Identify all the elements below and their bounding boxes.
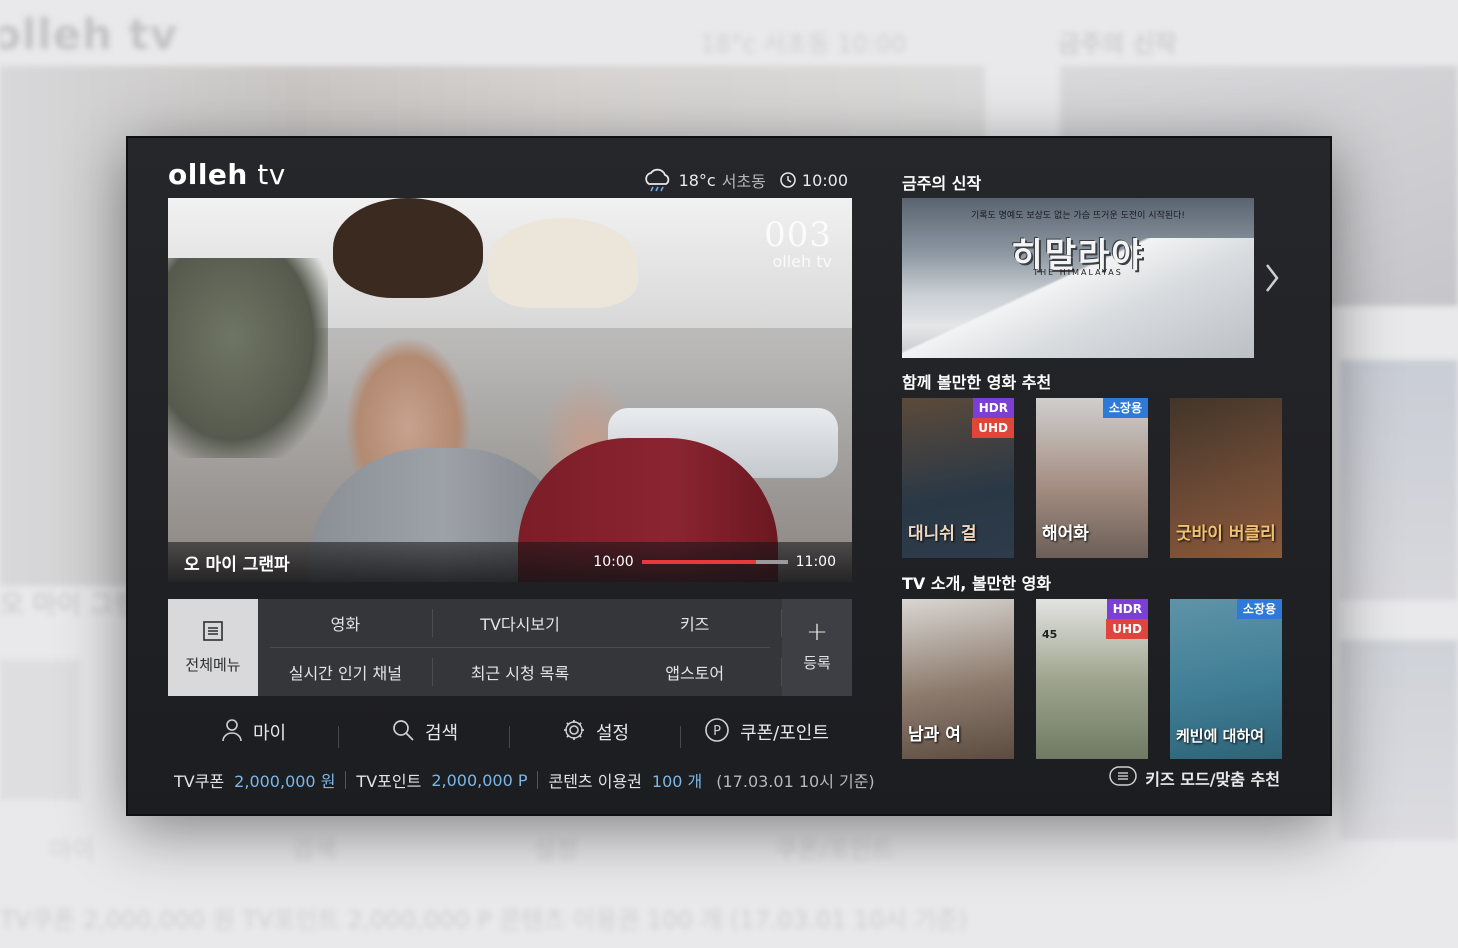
nav-coupon-label: 쿠폰/포인트 [740, 723, 829, 744]
search-icon [391, 718, 415, 747]
program-title: 오 마이 그랜파 [184, 554, 290, 575]
bottom-nav: 마이 검색 설정 P 쿠폰/포인트 [168, 712, 852, 752]
poster-45-years[interactable]: HDR UHD 45 [1036, 599, 1148, 759]
channel-indicator: 003 olleh tv [764, 218, 832, 271]
gear-icon [562, 718, 586, 747]
rain-cloud-icon [641, 168, 673, 192]
voucher-label: 콘텐츠 이용권 [548, 772, 642, 791]
status-bar: 18°c 서초동 10:00 [641, 168, 848, 192]
point-label: TV포인트 [356, 772, 422, 791]
background-new-title: 금주의 신작 [1058, 30, 1177, 58]
live-video-preview[interactable]: 003 olleh tv 오 마이 그랜파 10:00 11:00 [168, 198, 852, 582]
featured-tagline: 기록도 명예도 보상도 없는 가슴 뜨거운 도전이 시작된다! [970, 211, 1186, 221]
hdr-badge: HDR [972, 398, 1014, 418]
program-progress-bar [641, 560, 788, 564]
nav-coupon-point[interactable]: P 쿠폰/포인트 [681, 717, 852, 748]
uhd-badge: UHD [1106, 619, 1148, 639]
points-as-of: (17.03.01 10시 기준) [716, 772, 875, 791]
points-summary: TV쿠폰 2,000,000 원 TV포인트 2,000,000 P 콘텐츠 이… [174, 768, 875, 792]
nav-search[interactable]: 검색 [339, 718, 510, 748]
background-program-title: 오 마이 그랜 [0, 590, 138, 620]
point-value: 2,000,000 P [431, 770, 528, 790]
all-menu-button[interactable]: 전체메뉴 [168, 599, 258, 696]
plus-icon: + [806, 617, 828, 647]
menu-icon [1109, 766, 1137, 790]
menu-item-app-store[interactable]: 앱스토어 [607, 648, 782, 697]
menu-item-recent-history[interactable]: 최근 시청 목록 [433, 648, 608, 697]
nav-my-label: 마이 [252, 723, 287, 744]
hdr-badge: HDR [1106, 599, 1148, 619]
home-panel: olleh tv 18°c 서초동 10:00 003 olleh tv 오 마… [126, 136, 1332, 816]
nav-settings-label: 설정 [595, 723, 630, 744]
location: 서초동 [721, 172, 766, 191]
channel-number: 003 [764, 215, 832, 255]
menu-item-popular-channels[interactable]: 실시간 인기 채널 [258, 648, 433, 697]
poster-danish-girl[interactable]: HDR UHD 대니쉬 걸 [902, 398, 1014, 558]
coupon-value: 2,000,000 원 [234, 772, 336, 791]
menu-item-movie[interactable]: 영화 [258, 599, 433, 648]
voucher-value: 100 개 [651, 772, 703, 791]
poster-title: 45 [1042, 628, 1058, 641]
svg-text:P: P [713, 724, 721, 739]
coupon-label: TV쿠폰 [174, 772, 225, 791]
background-nav: 마이 검색 설정 쿠폰/포인트 [50, 836, 894, 864]
temperature: 18°c [678, 170, 716, 190]
user-icon [221, 718, 243, 747]
poster-title: 해어화 [1042, 524, 1089, 545]
program-end-time: 11:00 [795, 554, 836, 570]
background-side-poster [1340, 360, 1458, 600]
poster-namgwayeo[interactable]: 남과 여 [902, 599, 1014, 759]
menu-item-kids[interactable]: 키즈 [607, 599, 782, 648]
menu-item-tv-replay[interactable]: TV다시보기 [433, 599, 608, 648]
collection-badge: 소장용 [1102, 398, 1148, 418]
background-menu-tile [0, 660, 80, 800]
poster-title: 굿바이 버클리 [1176, 524, 1276, 545]
poster-kevin[interactable]: 소장용 케빈에 대하여 [1170, 599, 1282, 759]
poster-title: 남과 여 [908, 725, 961, 746]
olleh-tv-logo: olleh tv [168, 158, 286, 191]
poster-haeohwa[interactable]: 소장용 해어화 [1036, 398, 1148, 558]
poster-goodbye-berkeley[interactable]: 굿바이 버클리 [1170, 398, 1282, 558]
list-icon [202, 620, 224, 646]
nav-search-label: 검색 [424, 723, 459, 744]
register-label: 등록 [803, 654, 831, 672]
new-release-title: 금주의 신작 [902, 174, 982, 193]
poster-title: 케빈에 대하여 [1176, 727, 1265, 746]
tv-posters: 남과 여 HDR UHD 45 소장용 케빈에 대하여 [902, 599, 1282, 759]
program-start-time: 10:00 [593, 554, 634, 570]
featured-subtitle: THE HIMALAYAS [1033, 268, 1123, 277]
tv-section-title: TV 소개, 볼만한 영화 [902, 574, 1052, 593]
program-progress-fill [641, 560, 756, 564]
background-weather: 18°c 서초동 10:00 [700, 30, 907, 58]
program-info-bar: 오 마이 그랜파 10:00 11:00 [168, 542, 852, 582]
main-menu: 전체메뉴 영화 TV다시보기 키즈 실시간 인기 채널 최근 시청 목록 앱스토… [168, 599, 852, 696]
kids-mode-label: 키즈 모드/맞춤 추천 [1145, 770, 1280, 789]
together-section-title: 함께 볼만한 영화 추천 [902, 373, 1052, 392]
next-arrow-icon[interactable] [1264, 263, 1280, 297]
poster-title: 대니쉬 걸 [908, 524, 977, 545]
background-points: TV쿠폰 2,000,000 원 TV포인트 2,000,000 P 콘텐츠 이… [0, 906, 968, 934]
channel-brand: olleh tv [772, 252, 833, 271]
clock-icon [780, 172, 796, 188]
collection-badge: 소장용 [1236, 599, 1282, 619]
nav-settings[interactable]: 설정 [510, 718, 681, 748]
featured-poster[interactable]: 기록도 명예도 보상도 없는 가슴 뜨거운 도전이 시작된다! 히말라야 THE… [902, 198, 1254, 358]
uhd-badge: UHD [972, 418, 1014, 438]
register-button[interactable]: + 등록 [782, 599, 852, 696]
background-logo: olleh tv [0, 10, 179, 59]
all-menu-label: 전체메뉴 [185, 656, 241, 674]
point-icon: P [704, 717, 730, 748]
menu-grid: 영화 TV다시보기 키즈 실시간 인기 채널 최근 시청 목록 앱스토어 [258, 599, 782, 696]
nav-my[interactable]: 마이 [168, 718, 339, 748]
current-time: 10:00 [801, 170, 848, 190]
kids-mode-button[interactable]: 키즈 모드/맞춤 추천 [1109, 766, 1280, 790]
background-side-poster-2 [1340, 640, 1458, 840]
together-posters: HDR UHD 대니쉬 걸 소장용 해어화 굿바이 버클리 [902, 398, 1282, 558]
